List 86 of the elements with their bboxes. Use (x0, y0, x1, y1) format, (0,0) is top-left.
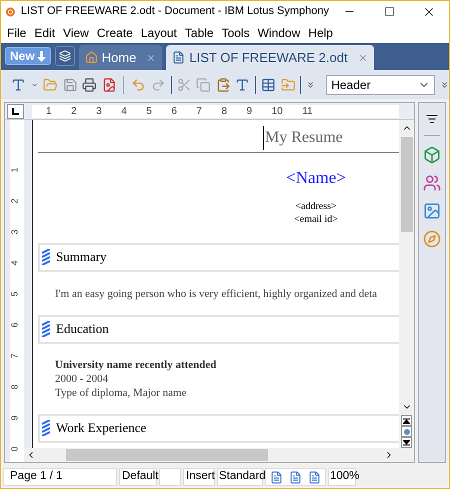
ruler-number: 1 (11, 168, 21, 172)
vertical-scrollbar-thumb[interactable] (400, 137, 412, 232)
horizontal-scrollbar-thumb[interactable] (66, 449, 268, 461)
ruler-number: 7 (11, 354, 21, 358)
ruler-number: 3 (11, 230, 21, 234)
body-text: 2000 - 2004 (55, 372, 110, 386)
close-tab-icon[interactable] (146, 52, 156, 62)
contact-field[interactable]: <email id> (294, 212, 338, 226)
style-dropdown[interactable]: Header (326, 74, 435, 94)
menu-item[interactable]: Tools (220, 24, 252, 42)
body-text: I'm an easy going person who is very efficient, highly organized and deta (55, 286, 378, 300)
ruler-number: 8 (221, 104, 227, 118)
ruler-number: 8 (11, 384, 21, 390)
section-marker-icon (42, 420, 50, 436)
menu-item[interactable]: Table (182, 24, 216, 42)
section-heading: Summary (56, 248, 107, 266)
page-indicator: Page 1 / 1 (3, 468, 117, 486)
menu-item[interactable]: Edit (32, 24, 58, 42)
menu-item[interactable]: File (5, 24, 28, 42)
contact-field[interactable]: <address> (295, 200, 337, 212)
house-icon (84, 51, 98, 64)
cube-icon[interactable] (423, 146, 441, 164)
ruler-number: 4 (11, 260, 21, 266)
more-icon[interactable] (440, 80, 449, 90)
single-page-icon[interactable] (270, 470, 283, 484)
ruler-number: 5 (11, 292, 21, 296)
ruler-number: 6 (171, 104, 177, 118)
window-title: LIST OF FREEWARE 2.odt - Document - IBM Lotus Symphony (20, 4, 329, 20)
more-icon[interactable] (306, 80, 316, 90)
tab-stop-icon (12, 108, 19, 114)
pdf-file-icon[interactable] (102, 76, 116, 92)
picture-icon[interactable] (423, 202, 441, 220)
document-tab[interactable]: LIST OF FREEWARE 2.odt (166, 45, 374, 70)
windows-button[interactable] (54, 46, 75, 66)
body-text: University name recently attended (55, 358, 218, 372)
previous-page-button[interactable] (401, 415, 412, 426)
menu-item[interactable]: Help (306, 24, 335, 42)
ruler-number: 10 (272, 104, 283, 118)
document-tab[interactable]: Home (78, 45, 162, 70)
body-text: Type of diploma, Major name (55, 386, 188, 400)
menu-item[interactable]: Layout (138, 24, 179, 42)
section-heading: Work Experience (56, 419, 146, 438)
ruler-number: 0 (11, 446, 21, 452)
tab-stop-selector[interactable] (7, 104, 24, 118)
page-style: Default (119, 468, 157, 486)
app-logo-icon (6, 4, 15, 18)
ruler-number: 3 (96, 104, 102, 118)
section-marker-icon (42, 249, 50, 265)
name-field[interactable]: <Name> (286, 165, 346, 190)
printer-icon[interactable] (82, 76, 97, 92)
ruler-number: 7 (196, 104, 202, 118)
ruler-number: 6 (11, 322, 21, 328)
menu-item[interactable]: View (61, 24, 91, 42)
maximize-icon (384, 6, 394, 17)
ruler-number: 9 (246, 104, 252, 118)
people-icon[interactable] (423, 174, 441, 192)
menu-item[interactable]: Create (94, 24, 135, 42)
ruler-number: 4 (121, 104, 127, 118)
arrow-down-icon (36, 50, 46, 62)
section-marker-icon (42, 321, 50, 337)
paste-icon[interactable] (216, 76, 230, 92)
panel-menu-icon[interactable] (426, 113, 438, 125)
ruler-number: 2 (71, 104, 77, 118)
previous-page-icon (403, 418, 410, 424)
ruler-number: 11 (302, 104, 313, 118)
ruler-number: 1 (46, 104, 52, 118)
next-page-button[interactable] (401, 437, 412, 448)
insert-mode: Insert (183, 468, 215, 486)
document-icon (172, 51, 186, 64)
selection-mode: Standard (217, 468, 263, 486)
menu-item[interactable]: Window (256, 24, 302, 42)
next-page-icon (403, 440, 410, 446)
close-tab-icon[interactable] (358, 52, 368, 62)
text-format-icon[interactable] (235, 76, 250, 92)
section-heading: Education (56, 320, 109, 338)
save-icon[interactable] (62, 76, 78, 92)
tab-label: LIST OF FREEWARE 2.odt (189, 48, 348, 67)
ruler-number: 9 (11, 416, 21, 420)
ruler-number: 5 (146, 104, 152, 118)
table-icon[interactable] (260, 76, 276, 92)
ruler-number: 2 (11, 198, 21, 204)
header-text: My Resume (263, 126, 343, 150)
status-panel (159, 468, 181, 486)
undo-icon[interactable] (131, 76, 146, 92)
compass-icon[interactable] (423, 230, 441, 248)
tab-label: Home (102, 48, 136, 67)
